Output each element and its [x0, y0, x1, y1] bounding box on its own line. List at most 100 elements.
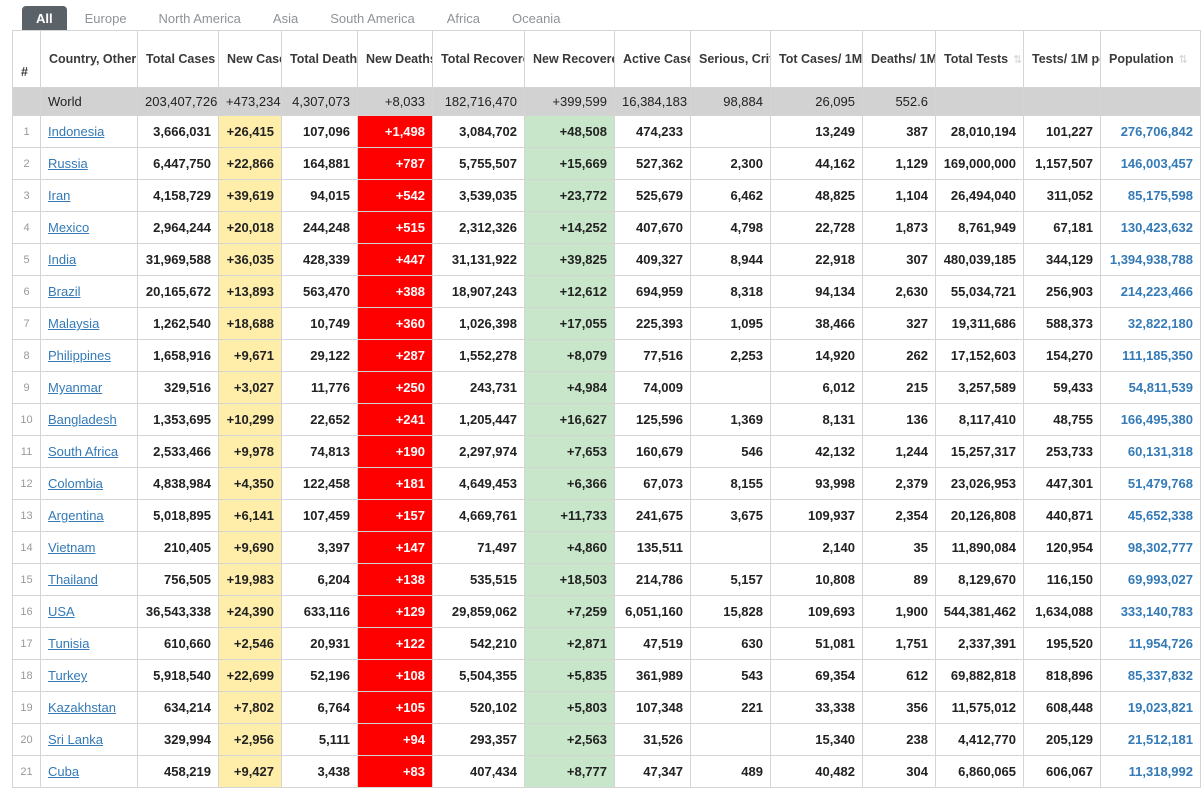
continent-tab-europe[interactable]: Europe	[71, 6, 141, 30]
country-row-india: 5 India 31,969,588 +36,035 428,339 +447 31,131…	[12, 243, 1201, 276]
total_tests-cell: 17,152,603	[935, 339, 1024, 372]
country-link[interactable]: Indonesia	[48, 124, 104, 139]
country-link[interactable]: Russia	[48, 156, 88, 171]
country-link[interactable]: Vietnam	[48, 540, 95, 555]
population-link[interactable]: 85,175,598	[1128, 188, 1193, 203]
population-link[interactable]: 51,479,768	[1128, 476, 1193, 491]
column-header-rank[interactable]: #	[12, 30, 41, 88]
continent-tab-oceania[interactable]: Oceania	[498, 6, 574, 30]
world-country-cell: World	[40, 87, 138, 116]
continent-tab-africa[interactable]: Africa	[433, 6, 494, 30]
total_cases-cell: 610,660	[137, 627, 219, 660]
active_cases-cell: 225,393	[614, 307, 691, 340]
total_recovered-cell: 5,504,355	[432, 659, 525, 692]
tot_cases_1m-cell: 42,132	[770, 435, 863, 468]
serious_critical-cell: 8,318	[690, 275, 771, 308]
rank-cell: 6	[12, 275, 41, 308]
deaths_1m-cell: 136	[862, 403, 936, 436]
population-link[interactable]: 60,131,318	[1128, 444, 1193, 459]
column-header-new_cases[interactable]: New Cases⇅	[218, 30, 282, 88]
deaths_1m-cell: 2,379	[862, 467, 936, 500]
population-link[interactable]: 214,223,466	[1121, 284, 1193, 299]
country-link[interactable]: Colombia	[48, 476, 103, 491]
column-header-tests_1m[interactable]: Tests/ 1M pop⇅	[1023, 30, 1101, 88]
country-link[interactable]: Bangladesh	[48, 412, 117, 427]
new_deaths-cell: +787	[357, 147, 433, 180]
column-header-total_deaths[interactable]: Total Deaths⇅	[281, 30, 358, 88]
sort-icon[interactable]: ⇅	[1013, 53, 1022, 66]
country-link[interactable]: Malaysia	[48, 316, 99, 331]
country-link[interactable]: Brazil	[48, 284, 81, 299]
total_deaths-cell: 74,813	[281, 435, 358, 468]
column-header-tot_cases_1m[interactable]: Tot Cases/ 1M pop⇅	[770, 30, 863, 88]
continent-tab-south-america[interactable]: South America	[316, 6, 429, 30]
population-link[interactable]: 21,512,181	[1128, 732, 1193, 747]
population-link[interactable]: 98,302,777	[1128, 540, 1193, 555]
population-link[interactable]: 111,185,350	[1122, 348, 1193, 363]
population-link[interactable]: 276,706,842	[1121, 124, 1193, 139]
country-link[interactable]: Cuba	[48, 764, 79, 779]
country-link[interactable]: Mexico	[48, 220, 89, 235]
deaths_1m-cell: 2,354	[862, 499, 936, 532]
population-link[interactable]: 11,318,992	[1129, 764, 1193, 779]
population-link[interactable]: 130,423,632	[1121, 220, 1193, 235]
column-header-new_deaths[interactable]: New Deaths⇵	[357, 30, 433, 88]
country-cell: Turkey	[40, 659, 138, 692]
total_cases-cell: 5,018,895	[137, 499, 219, 532]
column-header-label: Deaths/ 1M pop	[871, 51, 936, 66]
country-link[interactable]: Kazakhstan	[48, 700, 116, 715]
population-link[interactable]: 54,811,539	[1129, 380, 1193, 395]
total_cases-cell: 2,533,466	[137, 435, 219, 468]
country-link[interactable]: Myanmar	[48, 380, 102, 395]
country-link[interactable]: Tunisia	[48, 636, 89, 651]
population-link[interactable]: 32,822,180	[1128, 316, 1193, 331]
population-link[interactable]: 1,394,938,788	[1110, 252, 1193, 267]
rank-cell: 10	[12, 403, 41, 436]
total_tests-cell: 69,882,818	[935, 659, 1024, 692]
column-header-country[interactable]: Country, Other⇅	[40, 30, 138, 88]
column-header-population[interactable]: Population ⇅	[1100, 30, 1201, 88]
total_deaths-cell: 52,196	[281, 659, 358, 692]
column-header-new_recovered[interactable]: New Recovered⇅	[524, 30, 615, 88]
country-link[interactable]: USA	[48, 604, 75, 619]
column-header-total_cases[interactable]: Total Cases⇅	[137, 30, 219, 88]
country-link[interactable]: Sri Lanka	[48, 732, 103, 747]
country-link[interactable]: India	[48, 252, 76, 267]
country-link[interactable]: South Africa	[48, 444, 118, 459]
continent-tab-all[interactable]: All	[22, 6, 67, 30]
continent-tab-north-america[interactable]: North America	[145, 6, 255, 30]
population-link[interactable]: 85,337,832	[1128, 668, 1193, 683]
new_cases-cell: +2,956	[218, 723, 282, 756]
country-link[interactable]: Philippines	[48, 348, 111, 363]
total_deaths-cell: 633,116	[281, 595, 358, 628]
country-cell: Argentina	[40, 499, 138, 532]
population-link[interactable]: 45,652,338	[1128, 508, 1193, 523]
population-link[interactable]: 11,954,726	[1129, 636, 1193, 651]
total_cases-cell: 1,658,916	[137, 339, 219, 372]
country-link[interactable]: Iran	[48, 188, 70, 203]
total_recovered-cell: 1,552,278	[432, 339, 525, 372]
country-link[interactable]: Turkey	[48, 668, 87, 683]
sort-icon[interactable]: ⇅	[1179, 53, 1188, 66]
tests_1m-cell: 59,433	[1023, 371, 1101, 404]
country-link[interactable]: Argentina	[48, 508, 104, 523]
column-header-deaths_1m[interactable]: Deaths/ 1M pop⇅	[862, 30, 936, 88]
population-link[interactable]: 333,140,783	[1121, 604, 1193, 619]
column-header-total_tests[interactable]: Total Tests ⇅	[935, 30, 1024, 88]
continent-tab-asia[interactable]: Asia	[259, 6, 312, 30]
population-link[interactable]: 69,993,027	[1128, 572, 1193, 587]
population-link[interactable]: 166,495,380	[1121, 412, 1193, 427]
population-link[interactable]: 19,023,821	[1128, 700, 1193, 715]
deaths_1m-cell: 327	[862, 307, 936, 340]
country-link[interactable]: Thailand	[48, 572, 98, 587]
column-header-active_cases[interactable]: Active Cases⇅	[614, 30, 691, 88]
tot_cases_1m-cell: 22,728	[770, 211, 863, 244]
total_cases-cell: 210,405	[137, 531, 219, 564]
column-header-serious_critical[interactable]: Serious, Critical⇅	[690, 30, 771, 88]
column-header-total_recovered[interactable]: Total Recovered⇅	[432, 30, 525, 88]
tests_1m-cell: 101,227	[1023, 115, 1101, 148]
deaths_1m-cell: 387	[862, 115, 936, 148]
serious_critical-cell: 543	[690, 659, 771, 692]
total_deaths-cell: 563,470	[281, 275, 358, 308]
population-link[interactable]: 146,003,457	[1121, 156, 1193, 171]
